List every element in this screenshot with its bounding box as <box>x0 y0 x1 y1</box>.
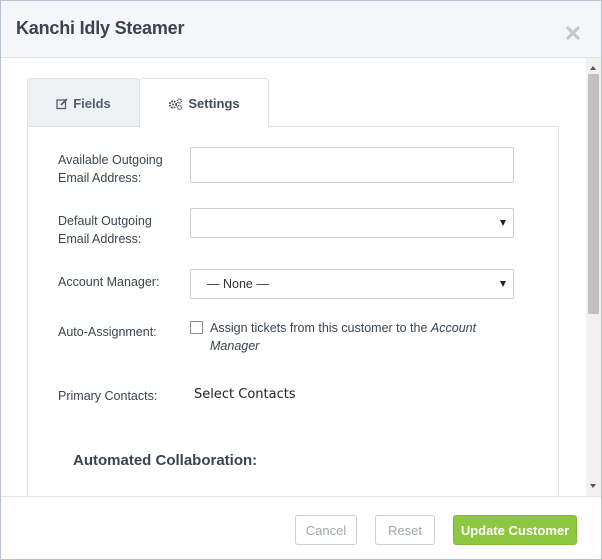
scroll-up-arrow-icon[interactable] <box>590 66 596 70</box>
available-email-label-line1: Available Outgoing <box>58 153 163 167</box>
cancel-button[interactable]: Cancel <box>295 515 357 545</box>
chevron-down-icon <box>500 281 506 287</box>
dialog-body: Fields Settings Available Outgoing Email… <box>1 58 601 496</box>
tab-fields-label: Fields <box>73 96 111 111</box>
scroll-down-arrow-icon[interactable] <box>590 484 596 488</box>
tab-settings[interactable]: Settings <box>139 78 269 128</box>
auto-assignment-label: Auto-Assignment: <box>58 325 157 339</box>
dialog-footer: Cancel Reset Update Customer <box>1 496 601 559</box>
available-email-input[interactable] <box>190 147 514 183</box>
account-manager-select[interactable]: — None — <box>190 269 514 299</box>
available-email-label: Available Outgoing Email Address: <box>58 151 163 187</box>
close-icon <box>566 26 580 40</box>
cogs-icon <box>169 97 183 110</box>
reset-button[interactable]: Reset <box>375 515 435 545</box>
select-contacts-link[interactable]: Select Contacts <box>194 387 296 402</box>
chevron-down-icon <box>500 220 506 226</box>
available-email-label-line2: Email Address: <box>58 171 142 185</box>
default-email-label: Default Outgoing Email Address: <box>58 212 152 248</box>
scroll-thumb[interactable] <box>588 74 599 314</box>
update-customer-button[interactable]: Update Customer <box>453 515 577 545</box>
customer-dialog: Kanchi Idly Steamer Fields Settings Avai… <box>0 0 602 560</box>
dialog-title: Kanchi Idly Steamer <box>16 18 185 38</box>
account-manager-label: Account Manager: <box>58 275 160 289</box>
edit-icon <box>56 97 68 109</box>
settings-panel: Available Outgoing Email Address: Defaul… <box>27 126 559 496</box>
auto-assignment-checkbox[interactable] <box>190 321 203 334</box>
automated-collaboration-heading: Automated Collaboration: <box>73 452 258 469</box>
account-manager-selected: — None — <box>207 277 269 291</box>
tab-settings-label: Settings <box>188 96 240 111</box>
tab-fields[interactable]: Fields <box>27 78 140 128</box>
default-email-select[interactable] <box>190 208 514 238</box>
default-email-label-line1: Default Outgoing <box>58 214 152 228</box>
vertical-scrollbar[interactable] <box>586 58 601 496</box>
default-email-label-line2: Email Address: <box>58 232 142 246</box>
auto-assignment-text: Assign tickets from this customer to the… <box>210 319 510 355</box>
close-button[interactable] <box>561 21 585 45</box>
auto-assignment-text-prefix: Assign tickets from this customer to the <box>210 321 431 335</box>
dialog-header: Kanchi Idly Steamer <box>1 1 601 58</box>
primary-contacts-label: Primary Contacts: <box>58 389 158 403</box>
